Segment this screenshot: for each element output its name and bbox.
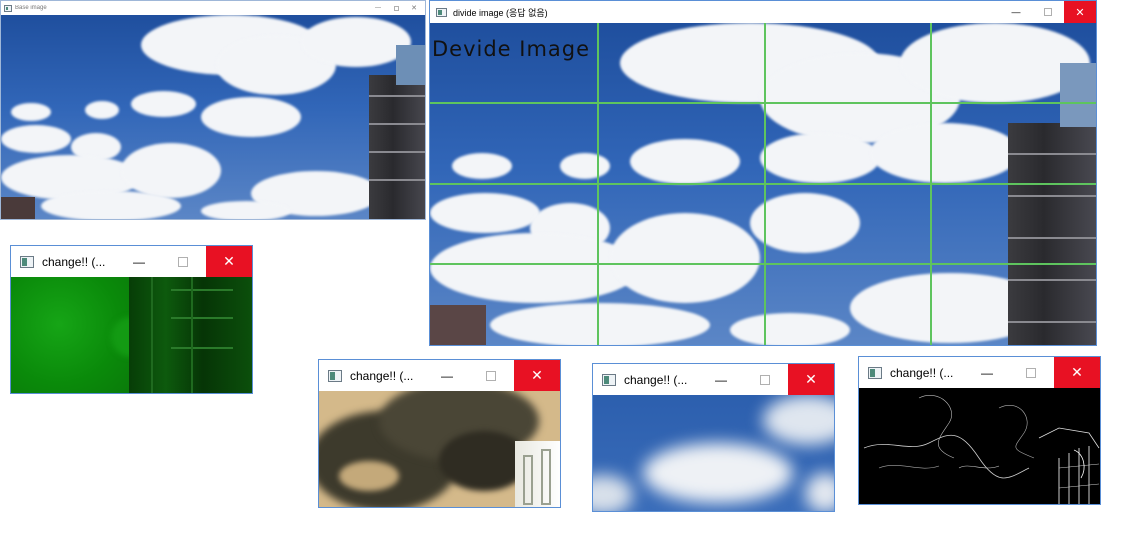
change-window-green[interactable]: change!! (... — ✕: [10, 245, 253, 394]
cloud: [1, 125, 71, 153]
maximize-button[interactable]: [468, 360, 514, 391]
maximize-button[interactable]: [742, 364, 788, 395]
close-button[interactable]: ✕: [1064, 1, 1096, 23]
window-title: change!! (...: [42, 254, 106, 269]
cloud: [490, 303, 710, 345]
edge-detected-image: [859, 388, 1100, 504]
building: [1008, 123, 1096, 345]
grid-line: [430, 102, 1096, 104]
cloud: [760, 133, 880, 183]
cloud: [121, 143, 221, 198]
maximize-icon: [760, 374, 770, 385]
cloud: [870, 123, 1020, 183]
divide-image-window[interactable]: divide image (응답 없음) — ✕ Devide Image: [429, 0, 1097, 346]
divide-image: Devide Image: [430, 23, 1096, 345]
window-title: Base image: [15, 5, 47, 11]
titlebar[interactable]: Base image — ✕: [1, 1, 425, 15]
close-button[interactable]: ✕: [407, 1, 421, 15]
close-icon: ✕: [805, 371, 817, 387]
building: [369, 75, 425, 219]
close-icon: ✕: [411, 5, 417, 12]
minimize-button[interactable]: —: [116, 246, 162, 277]
cloud: [730, 313, 850, 345]
close-icon: ✕: [223, 253, 235, 269]
minimize-icon: —: [375, 5, 381, 11]
change-window-sepia[interactable]: change!! (... — ✕: [318, 359, 561, 508]
edge-lines: [863, 395, 1100, 504]
cloud: [131, 91, 196, 117]
app-icon: [4, 4, 12, 12]
green-filtered-image: [11, 277, 252, 393]
minimize-icon: —: [715, 372, 727, 387]
close-button[interactable]: ✕: [514, 360, 560, 391]
titlebar[interactable]: divide image (응답 없음) — ✕: [430, 1, 1096, 23]
grid-line: [430, 263, 1096, 265]
close-button[interactable]: ✕: [1054, 357, 1100, 388]
cloud: [430, 233, 640, 303]
minimize-icon: —: [441, 368, 453, 383]
building: [396, 45, 425, 85]
close-icon: ✕: [1075, 6, 1085, 19]
cloud: [452, 153, 512, 179]
titlebar[interactable]: change!! (... — ✕: [319, 360, 560, 391]
minimize-icon: —: [133, 254, 145, 269]
maximize-icon: [1026, 367, 1036, 378]
close-icon: ✕: [1071, 364, 1083, 380]
image-overlay-text: Devide Image: [432, 37, 591, 61]
titlebar[interactable]: change!! (... — ✕: [11, 246, 252, 277]
maximize-icon: [178, 256, 188, 267]
minimize-button[interactable]: —: [371, 1, 385, 15]
app-icon: [328, 369, 342, 382]
window-title: divide image (응답 없음): [453, 7, 548, 18]
sepia-filtered-image: [319, 391, 560, 507]
window-title: change!! (...: [350, 368, 414, 383]
titlebar[interactable]: change!! (... — ✕: [593, 364, 834, 395]
cloud: [560, 153, 610, 179]
app-icon: [602, 373, 616, 386]
cloud: [750, 193, 860, 253]
maximize-icon: [486, 370, 496, 381]
cloud: [85, 101, 119, 119]
base-image: [1, 15, 425, 219]
blurred-image: [593, 395, 834, 511]
minimize-icon: —: [1011, 7, 1021, 17]
house: [1, 197, 35, 219]
cloud: [201, 201, 291, 219]
maximize-icon: [1044, 8, 1052, 16]
cloud: [430, 193, 540, 233]
maximize-button[interactable]: [389, 1, 403, 15]
cloud: [610, 213, 760, 303]
cloud: [630, 139, 740, 184]
minimize-button[interactable]: —: [424, 360, 470, 391]
app-icon: [868, 366, 882, 379]
cloud: [41, 191, 181, 219]
house: [430, 305, 486, 345]
minimize-button[interactable]: —: [964, 357, 1010, 388]
maximize-button[interactable]: [1008, 357, 1054, 388]
cloud: [11, 103, 51, 121]
maximize-button[interactable]: [1032, 1, 1064, 23]
change-window-blur[interactable]: change!! (... — ✕: [592, 363, 835, 512]
minimize-button[interactable]: —: [1000, 1, 1032, 23]
building: [1060, 63, 1096, 127]
grid-line: [430, 183, 1096, 185]
window-title: change!! (...: [890, 365, 954, 380]
minimize-icon: —: [981, 365, 993, 380]
app-icon: [20, 255, 34, 268]
base-image-window[interactable]: Base image — ✕: [0, 0, 426, 220]
change-window-edges[interactable]: change!! (... — ✕: [858, 356, 1101, 505]
maximize-button[interactable]: [160, 246, 206, 277]
cloud: [201, 97, 301, 137]
cloud: [301, 17, 411, 67]
titlebar[interactable]: change!! (... — ✕: [859, 357, 1100, 388]
close-icon: ✕: [531, 367, 543, 383]
window-title: change!! (...: [624, 372, 688, 387]
maximize-icon: [393, 5, 399, 11]
minimize-button[interactable]: —: [698, 364, 744, 395]
app-icon: [436, 7, 447, 17]
close-button[interactable]: ✕: [788, 364, 834, 395]
close-button[interactable]: ✕: [206, 246, 252, 277]
